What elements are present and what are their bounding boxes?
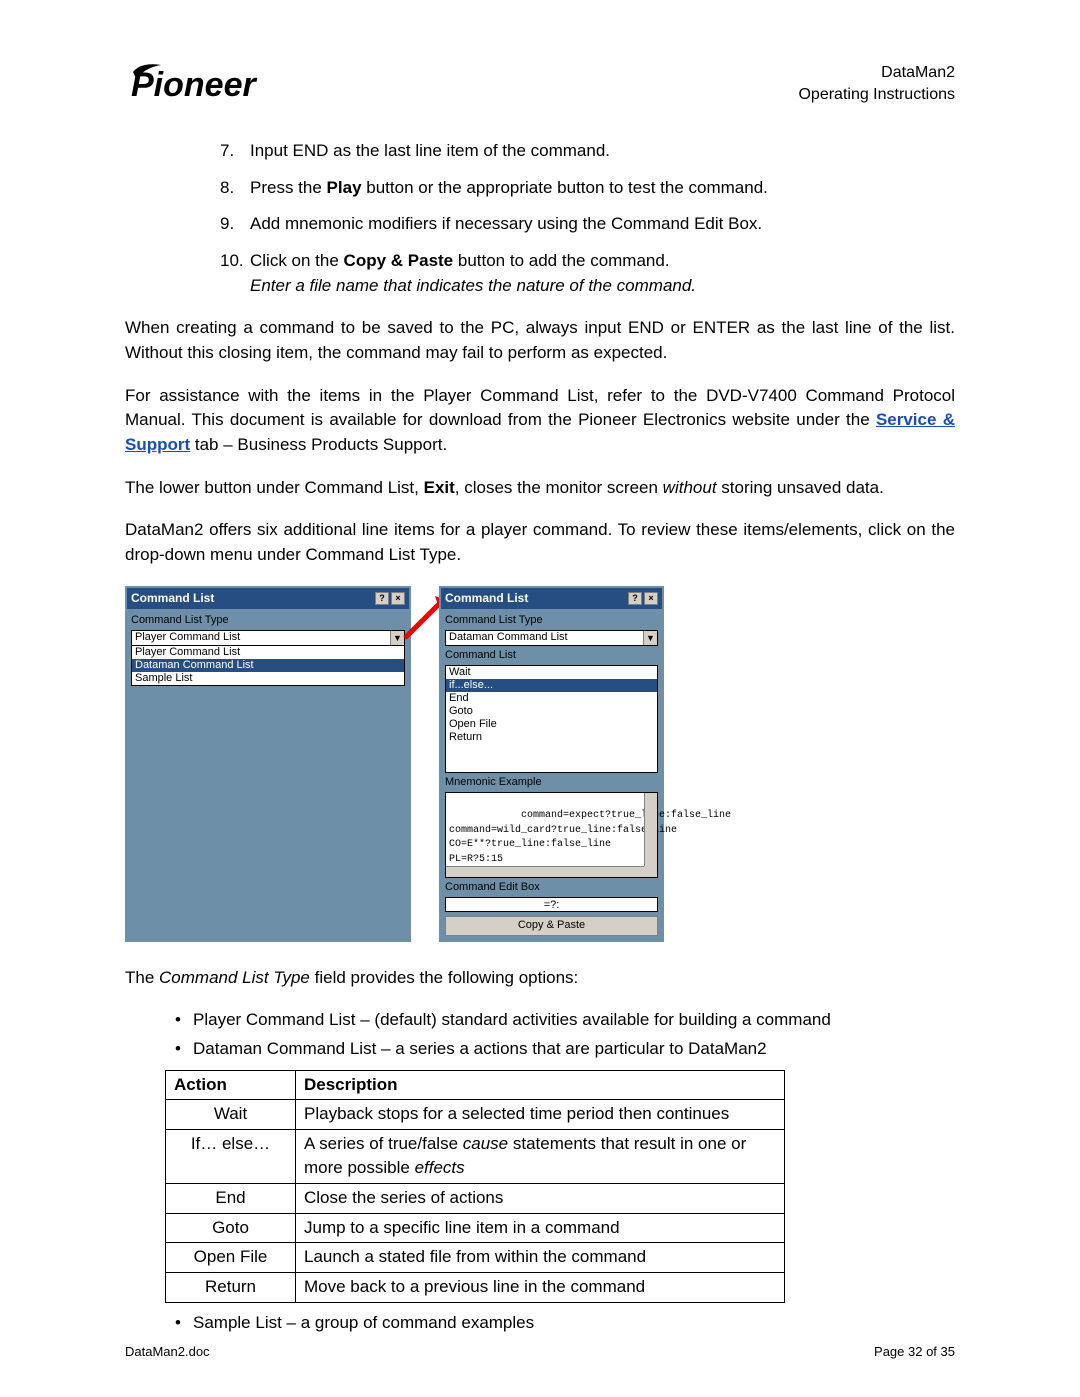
label-command-list: Command List	[445, 648, 658, 664]
screenshot-row: Command List ? × Command List Type Playe…	[125, 586, 955, 942]
close-button[interactable]: ×	[391, 592, 405, 605]
help-button[interactable]: ?	[375, 592, 389, 605]
table-row: Open File Launch a stated file from with…	[166, 1243, 785, 1273]
help-button[interactable]: ?	[628, 592, 642, 605]
page-footer: DataMan2.doc Page 32 of 35	[125, 1344, 955, 1359]
scrollbar-vertical[interactable]	[644, 793, 657, 877]
options-bullet-list: • Player Command List – (default) standa…	[125, 1008, 955, 1061]
action-description-table: Action Description Wait Playback stops f…	[165, 1070, 785, 1303]
step-10: 10. Click on the Copy & Paste button to …	[220, 249, 955, 298]
cmd-if-else[interactable]: if...else...	[446, 679, 657, 692]
paragraph-exit: The lower button under Command List, Exi…	[125, 476, 955, 501]
doc-subtitle: Operating Instructions	[798, 84, 955, 106]
dialog-command-list-left: Command List ? × Command List Type Playe…	[125, 586, 411, 942]
svg-text:Pioneer: Pioneer	[131, 66, 257, 104]
page-header: Pioneer DataMan2 Operating Instructions	[125, 62, 955, 105]
dialog-command-list-right: Command List ? × Command List Type Datam…	[439, 586, 664, 942]
options-bullet-list-after: • Sample List – a group of command examp…	[125, 1311, 955, 1336]
table-header-row: Action Description	[166, 1070, 785, 1100]
label-command-list-type: Command List Type	[445, 613, 658, 629]
listbox-commands[interactable]: Wait if...else... End Goto Open File Ret…	[445, 665, 658, 773]
table-row: Return Move back to a previous line in t…	[166, 1273, 785, 1303]
col-action: Action	[166, 1070, 296, 1100]
pioneer-logo-icon: Pioneer	[125, 62, 345, 104]
bullet-dataman-list: • Dataman Command List – a series a acti…	[175, 1037, 955, 1062]
cmd-return[interactable]: Return	[446, 731, 657, 744]
label-command-list-type: Command List Type	[131, 613, 405, 629]
doc-meta: DataMan2 Operating Instructions	[798, 62, 955, 105]
dialog-titlebar: Command List ? ×	[127, 588, 409, 609]
table-row: End Close the series of actions	[166, 1184, 785, 1214]
table-row: If… else… A series of true/false cause s…	[166, 1129, 785, 1183]
combo-command-list-type[interactable]: Player Command List ▼	[131, 630, 405, 646]
listbox-command-list-type[interactable]: Player Command List Dataman Command List…	[131, 645, 405, 686]
bullet-sample-list: • Sample List – a group of command examp…	[175, 1311, 955, 1336]
step-9: 9. Add mnemonic modifiers if necessary u…	[220, 212, 955, 237]
footer-filename: DataMan2.doc	[125, 1344, 210, 1359]
combo-command-list-type[interactable]: Dataman Command List ▼	[445, 630, 658, 646]
chevron-down-icon[interactable]: ▼	[643, 631, 657, 645]
col-description: Description	[296, 1070, 785, 1100]
bullet-player-list: • Player Command List – (default) standa…	[175, 1008, 955, 1033]
cmd-wait[interactable]: Wait	[446, 666, 657, 679]
table-row: Wait Playback stops for a selected time …	[166, 1100, 785, 1130]
doc-title: DataMan2	[798, 62, 955, 84]
option-sample-list[interactable]: Sample List	[132, 672, 404, 685]
step-8: 8. Press the Play button or the appropri…	[220, 176, 955, 201]
paragraph-six-items: DataMan2 offers six additional line item…	[125, 518, 955, 567]
numbered-steps: 7. Input END as the last line item of th…	[125, 139, 955, 298]
paragraph-options-intro: The Command List Type field provides the…	[125, 966, 955, 991]
option-player-command-list[interactable]: Player Command List	[132, 646, 404, 659]
dialog-titlebar: Command List ? ×	[441, 588, 662, 609]
scrollbar-horizontal[interactable]	[446, 866, 644, 877]
cmd-open-file[interactable]: Open File	[446, 718, 657, 731]
table-row: Goto Jump to a specific line item in a c…	[166, 1213, 785, 1243]
cmd-end[interactable]: End	[446, 692, 657, 705]
option-dataman-command-list[interactable]: Dataman Command List	[132, 659, 404, 672]
paragraph-service-support: For assistance with the items in the Pla…	[125, 384, 955, 458]
mnemonic-example-box[interactable]: command=expect?true_line:false_line comm…	[445, 792, 658, 878]
paragraph-end-note: When creating a command to be saved to t…	[125, 316, 955, 365]
cmd-goto[interactable]: Goto	[446, 705, 657, 718]
body-content: 7. Input END as the last line item of th…	[125, 139, 955, 1335]
step-7: 7. Input END as the last line item of th…	[220, 139, 955, 164]
chevron-down-icon[interactable]: ▼	[390, 631, 404, 645]
footer-page-number: Page 32 of 35	[874, 1344, 955, 1359]
step-10-note: Enter a file name that indicates the nat…	[250, 276, 696, 295]
label-mnemonic-example: Mnemonic Example	[445, 775, 658, 791]
close-button[interactable]: ×	[644, 592, 658, 605]
